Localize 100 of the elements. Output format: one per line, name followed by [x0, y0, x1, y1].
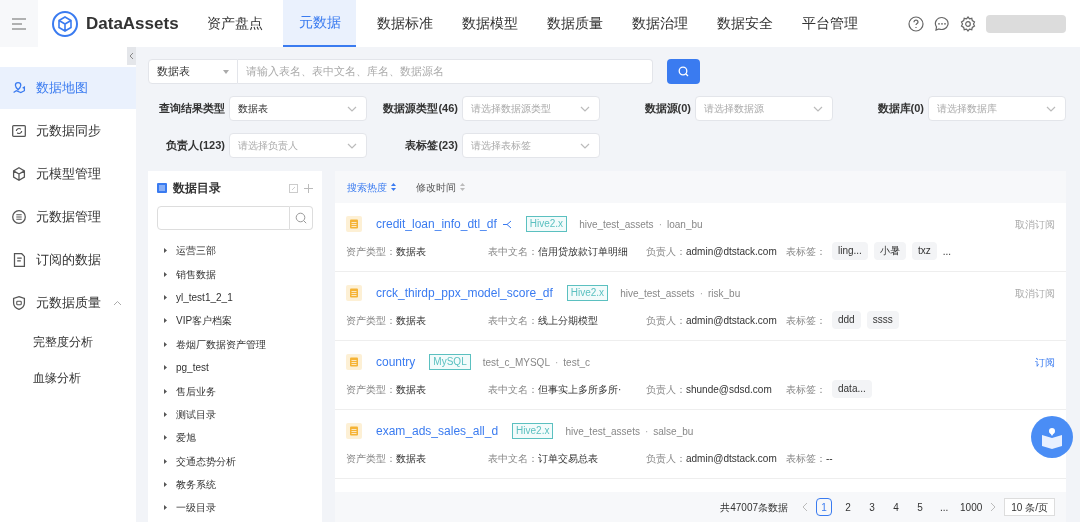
sidebar-item[interactable]: 元数据质量 [0, 282, 136, 324]
sidebar-item[interactable]: 数据地图 [0, 67, 136, 109]
nav-tab[interactable]: 数据质量 [538, 0, 611, 47]
sort-option[interactable]: 搜索热度 [347, 179, 396, 195]
table-name-link[interactable]: exam_ads_sales_all_d [376, 422, 499, 440]
sidebar-subitem[interactable]: 完整度分析 [0, 324, 136, 360]
caret-right-icon[interactable] [164, 318, 167, 324]
caret-right-icon[interactable] [164, 341, 167, 347]
engine-tag: Hive2.x [525, 216, 568, 232]
page-number[interactable]: 2 [840, 498, 857, 516]
field-label: 表中文名： [488, 382, 538, 397]
table-tag: txz [911, 242, 937, 260]
sort-icon [391, 183, 396, 191]
separator-dot: · [644, 424, 649, 439]
field-label: 负责人： [646, 313, 686, 328]
nav-tab[interactable]: 平台管理 [793, 0, 866, 47]
catalog-item[interactable]: 爱旭 [176, 430, 196, 446]
sidebar-item[interactable]: 元模型管理 [0, 153, 136, 195]
schema-name: salse_bu [653, 424, 694, 439]
catalog-search-field[interactable] [157, 206, 290, 230]
sort-icon [460, 183, 465, 191]
field-label: 负责人： [646, 451, 686, 466]
catalog-item[interactable]: VIP客户档案 [176, 313, 233, 329]
caret-right-icon[interactable] [164, 411, 167, 417]
caret-right-icon[interactable] [164, 388, 167, 394]
sidebar-item[interactable]: 订阅的数据 [0, 239, 136, 281]
catalog-item[interactable]: pg_test [176, 360, 209, 376]
field-value: 但事实上多所多所· [538, 382, 623, 397]
search-icon [678, 66, 689, 77]
field-label: 表标签： [786, 451, 826, 466]
sidebar-item[interactable]: 元数据管理 [0, 196, 136, 238]
table-icon [346, 216, 362, 232]
schema-name: test_c [563, 355, 590, 370]
table-name-link[interactable]: country [376, 353, 416, 371]
page-size-select[interactable]: 10 条/页 [1004, 498, 1055, 516]
page-number[interactable]: ... [936, 498, 953, 516]
caret-right-icon[interactable] [164, 365, 167, 371]
page-number[interactable]: 5 [912, 498, 929, 516]
catalog-item[interactable]: yl_test1_2_1 [176, 289, 233, 305]
sort-option[interactable]: 修改时间 [416, 179, 465, 195]
collapse-handle[interactable] [127, 47, 136, 65]
sidebar-subitem[interactable]: 血缘分析 [0, 360, 136, 396]
caret-down-icon [223, 69, 229, 74]
scope-select[interactable]: 数据表 [148, 59, 238, 84]
catalog-item[interactable]: 售后业务 [176, 383, 216, 399]
engine-tag: MySQL [429, 354, 471, 370]
catalog-title: 数据目录 [173, 180, 221, 197]
filter-select[interactable]: 数据表 [229, 96, 367, 121]
caret-right-icon[interactable] [164, 294, 167, 300]
page-number[interactable]: 3 [864, 498, 881, 516]
caret-right-icon[interactable] [164, 435, 167, 441]
field-value: 信用贷放款订单明细 [538, 244, 629, 259]
catalog-item[interactable]: 销售数据 [176, 266, 216, 282]
page-number[interactable]: 4 [888, 498, 905, 516]
lineage-icon[interactable] [501, 219, 512, 229]
message-icon[interactable] [934, 15, 950, 32]
filter-label: 数据源类型(46) [382, 101, 459, 117]
subscribe-link[interactable]: 订阅 [1035, 354, 1055, 370]
field-label: 资产类型： [346, 244, 396, 259]
field-label: 表中文名： [488, 313, 538, 328]
catalog-item[interactable]: 一级目录 [176, 500, 216, 516]
page-number[interactable]: 1 [816, 498, 833, 516]
caret-right-icon[interactable] [164, 505, 167, 511]
separator-dot: · [658, 217, 662, 232]
table-icon [346, 285, 362, 301]
catalog-item[interactable]: 交通态势分析 [176, 453, 236, 469]
catalog-item[interactable]: 运营三部 [176, 243, 216, 259]
database-name: hive_test_assets [620, 286, 695, 301]
database-name: hive_test_assets [579, 217, 654, 232]
cube-logo-icon [52, 10, 78, 37]
nav-tab[interactable]: 数据安全 [708, 0, 781, 47]
field-value: 数据表 [396, 313, 427, 328]
table-name-link[interactable]: crck_thirdp_ppx_model_score_df [376, 284, 553, 302]
nav-tab[interactable]: 数据模型 [453, 0, 526, 47]
cube-icon [10, 165, 28, 183]
catalog-item[interactable]: 教务系统 [176, 477, 216, 493]
caret-right-icon[interactable] [164, 271, 167, 277]
more-tags: ... [942, 243, 952, 259]
page-number[interactable]: 1000 [960, 498, 983, 516]
search-icon [295, 212, 307, 224]
catalog-item[interactable]: 测试目录 [176, 406, 216, 422]
caret-right-icon[interactable] [164, 458, 167, 464]
nav-tab[interactable]: 数据标准 [368, 0, 441, 47]
caret-right-icon[interactable] [164, 482, 167, 488]
nav-tab[interactable]: 元数据 [283, 0, 356, 47]
field-value: 订单交易总表 [538, 451, 599, 466]
settings-icon[interactable] [960, 15, 976, 32]
separator-dot: · [554, 355, 559, 370]
sidebar-item[interactable]: 元数据同步 [0, 110, 136, 152]
table-tag: ling... [832, 242, 868, 260]
help-icon[interactable] [908, 15, 924, 32]
table-name-link[interactable]: credit_loan_info_dtl_df [376, 215, 512, 233]
book-pin-icon [1040, 425, 1064, 449]
table-icon [346, 354, 362, 370]
caret-right-icon[interactable] [164, 248, 167, 254]
catalog-item[interactable]: 卷烟厂数据资产管理 [176, 336, 266, 352]
nav-tab[interactable]: 资产盘点 [198, 0, 271, 47]
nav-tab[interactable]: 数据治理 [623, 0, 696, 47]
search-button[interactable] [667, 59, 700, 84]
search-field[interactable]: 请输入表名、表中文名、库名、数据源名 [238, 59, 653, 84]
